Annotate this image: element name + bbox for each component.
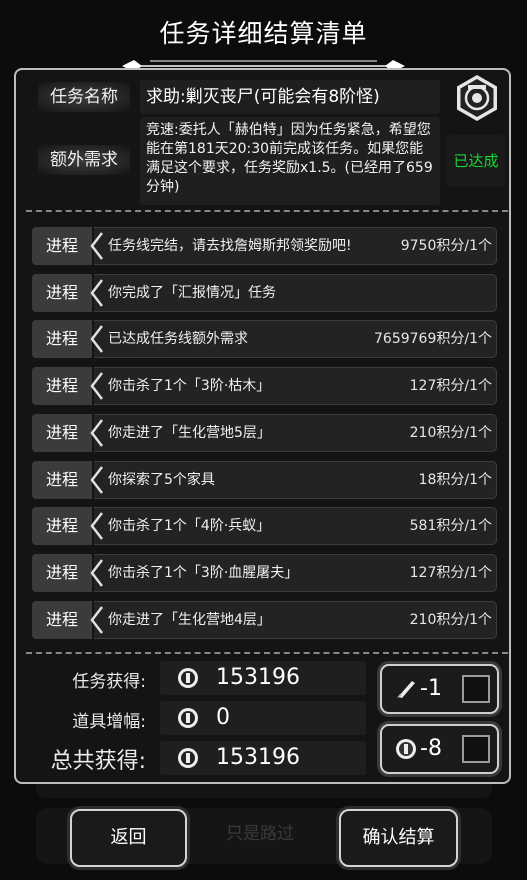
progress-text: 任务线完结，请去找詹姆斯邦领奖励吧! bbox=[108, 238, 352, 254]
confirm-settlement-button[interactable]: 确认结算 bbox=[339, 809, 458, 867]
divider bbox=[26, 210, 508, 212]
progress-points: 210积分/1个 bbox=[409, 612, 492, 628]
task-name-value: 求助:剿灭丧尸(可能会有8阶怪) bbox=[146, 87, 380, 107]
progress-text: 你探索了5个家具 bbox=[108, 472, 215, 488]
ghost-pass-label: 只是路过 bbox=[226, 824, 294, 844]
chevron-left-icon bbox=[90, 232, 103, 260]
chevron-left-icon bbox=[90, 325, 103, 353]
progress-text: 你走进了「生化营地4层」 bbox=[108, 612, 271, 628]
item-scroll-count: -1 bbox=[420, 676, 442, 701]
progress-points: 581积分/1个 bbox=[409, 518, 492, 534]
coin-badge-icon bbox=[396, 739, 416, 759]
progress-row: 进程 你走进了「生化营地5层」 210积分/1个 bbox=[32, 414, 497, 452]
earned-field: 153196 bbox=[160, 661, 366, 695]
progress-row: 进程 你探索了5个家具 18积分/1个 bbox=[32, 461, 497, 499]
progress-body: 你击杀了1个「4阶·兵蚁」 581积分/1个 bbox=[94, 507, 497, 545]
progress-tag: 进程 bbox=[32, 227, 92, 265]
total-value: 153196 bbox=[216, 745, 300, 770]
chevron-left-icon bbox=[90, 279, 103, 307]
task-name-label: 任务名称 bbox=[38, 82, 130, 112]
progress-points: 210积分/1个 bbox=[409, 425, 492, 441]
progress-text: 已达成任务线额外需求 bbox=[108, 331, 248, 347]
progress-text: 你走进了「生化营地5层」 bbox=[108, 425, 271, 441]
item-coin-checkbox[interactable] bbox=[462, 735, 490, 763]
total-field: 153196 bbox=[160, 741, 366, 775]
progress-body: 你探索了5个家具 18积分/1个 bbox=[94, 461, 497, 499]
progress-body: 已达成任务线额外需求 7659769积分/1个 bbox=[94, 320, 497, 358]
progress-text: 你击杀了1个「4阶·兵蚁」 bbox=[108, 518, 271, 534]
title-bar: 任务详细结算清单 bbox=[0, 14, 527, 72]
extra-requirement-text: 竞速:委托人「赫伯特」因为任务紧急，希望您能在第181天20:30前完成该任务。… bbox=[146, 122, 433, 195]
progress-points: 127积分/1个 bbox=[409, 565, 492, 581]
progress-tag: 进程 bbox=[32, 320, 92, 358]
progress-row: 进程 你击杀了1个「4阶·兵蚁」 581积分/1个 bbox=[32, 507, 497, 545]
progress-tag: 进程 bbox=[32, 367, 92, 405]
progress-row: 进程 你完成了「汇报情况」任务 bbox=[32, 274, 497, 312]
progress-body: 你击杀了1个「3阶·血腥屠夫」 127积分/1个 bbox=[94, 554, 497, 592]
progress-tag: 进程 bbox=[32, 507, 92, 545]
item-scroll-checkbox[interactable] bbox=[462, 675, 490, 703]
earned-label: 任务获得: bbox=[72, 672, 146, 692]
progress-tag: 进程 bbox=[32, 274, 92, 312]
progress-row: 进程 你击杀了1个「3阶·枯木」 127积分/1个 bbox=[32, 367, 497, 405]
chevron-left-icon bbox=[90, 419, 103, 447]
progress-row: 进程 你击杀了1个「3阶·血腥屠夫」 127积分/1个 bbox=[32, 554, 497, 592]
item-coin-count: -8 bbox=[420, 736, 442, 761]
page-title: 任务详细结算清单 bbox=[159, 19, 368, 48]
progress-text: 你完成了「汇报情况」任务 bbox=[108, 285, 276, 301]
progress-points: 127积分/1个 bbox=[409, 378, 492, 394]
bonus-label: 道具增幅: bbox=[72, 712, 146, 732]
progress-tag: 进程 bbox=[32, 554, 92, 592]
progress-row: 进程 你走进了「生化营地4层」 210积分/1个 bbox=[32, 601, 497, 639]
chevron-left-icon bbox=[90, 512, 103, 540]
progress-tag: 进程 bbox=[32, 601, 92, 639]
progress-body: 你走进了「生化营地5层」 210积分/1个 bbox=[94, 414, 497, 452]
progress-body: 你击杀了1个「3阶·枯木」 127积分/1个 bbox=[94, 367, 497, 405]
coin-icon bbox=[178, 748, 198, 768]
chevron-left-icon bbox=[90, 466, 103, 494]
bonus-field: 0 bbox=[160, 701, 366, 735]
item-coin-button[interactable]: -8 bbox=[380, 724, 499, 774]
progress-points: 9750积分/1个 bbox=[400, 238, 492, 254]
progress-tag: 进程 bbox=[32, 461, 92, 499]
scroll-quill-icon bbox=[397, 681, 415, 698]
progress-points: 7659769积分/1个 bbox=[374, 331, 492, 347]
chevron-left-icon bbox=[90, 372, 103, 400]
coin-icon bbox=[178, 708, 198, 728]
chevron-left-icon bbox=[90, 559, 103, 587]
item-scroll-button[interactable]: -1 bbox=[380, 664, 499, 714]
back-button[interactable]: 返回 bbox=[70, 809, 187, 867]
progress-text: 你击杀了1个「3阶·枯木」 bbox=[108, 378, 271, 394]
chevron-left-icon bbox=[90, 606, 103, 634]
total-label: 总共获得: bbox=[50, 749, 146, 774]
progress-row: 进程 任务线完结，请去找詹姆斯邦领奖励吧! 9750积分/1个 bbox=[32, 227, 497, 265]
progress-row: 进程 已达成任务线额外需求 7659769积分/1个 bbox=[32, 320, 497, 358]
progress-body: 你完成了「汇报情况」任务 bbox=[94, 274, 497, 312]
mission-badge-icon bbox=[457, 75, 497, 121]
progress-text: 你击杀了1个「3阶·血腥屠夫」 bbox=[108, 565, 299, 581]
extra-requirement-label: 额外需求 bbox=[38, 145, 130, 175]
progress-tag: 进程 bbox=[32, 414, 92, 452]
progress-body: 任务线完结，请去找詹姆斯邦领奖励吧! 9750积分/1个 bbox=[94, 227, 497, 265]
divider bbox=[26, 652, 508, 654]
progress-points: 18积分/1个 bbox=[418, 472, 492, 488]
coin-icon bbox=[178, 668, 198, 688]
earned-value: 153196 bbox=[216, 665, 300, 690]
extra-requirement-status: 已达成 bbox=[446, 135, 506, 187]
progress-body: 你走进了「生化营地4层」 210积分/1个 bbox=[94, 601, 497, 639]
bonus-value: 0 bbox=[216, 705, 230, 730]
